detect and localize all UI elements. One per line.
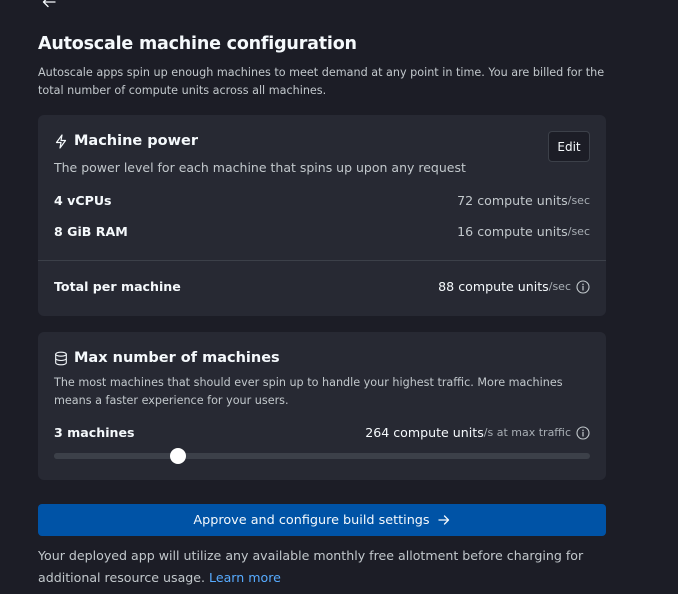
max-machines-card: Max number of machines The most machines… [38,332,606,480]
max-machines-header: Max number of machines [54,350,280,366]
cpu-label: 4 vCPUs [54,193,112,208]
divider [38,260,606,261]
machines-count: 3 machines [54,425,135,440]
info-icon[interactable] [576,279,590,294]
cpu-value: 72 compute units [457,193,568,208]
back-button[interactable] [40,0,60,10]
machines-slider[interactable] [54,448,590,464]
page-subtitle: Autoscale apps spin up enough machines t… [38,66,605,97]
page-title: Autoscale machine configuration [38,34,357,54]
machine-power-header: Machine power [54,133,198,149]
ram-value: 16 compute units [457,224,568,239]
edit-button[interactable]: Edit [548,131,590,162]
ram-row: 8 GiB RAM 16 compute units /sec [54,224,590,239]
total-value: 88 compute units [438,279,549,294]
ram-unit: /sec [567,225,590,238]
machines-value: 264 compute units [365,425,484,440]
arrow-right-icon [437,514,451,526]
learn-more-link[interactable]: Learn more [209,570,281,585]
footer-note: Your deployed app will utilize any avail… [38,545,598,589]
lightning-icon [54,133,69,149]
machine-power-description: The power level for each machine that sp… [54,160,466,175]
machine-power-card: Machine power Edit The power level for e… [38,115,606,316]
cpu-unit: /sec [567,194,590,207]
approve-label: Approve and configure build settings [193,512,430,528]
footer-text: Your deployed app will utilize any avail… [38,548,584,585]
total-row: Total per machine 88 compute units /sec [54,279,590,294]
max-machines-title: Max number of machines [74,350,280,366]
total-unit: /sec [548,280,571,293]
info-icon[interactable] [576,425,590,440]
machines-row: 3 machines 264 compute units /s at max t… [54,425,590,440]
slider-thumb[interactable] [169,448,186,464]
machine-power-title: Machine power [74,133,199,149]
approve-button[interactable]: Approve and configure build settings [38,504,606,536]
machines-unit: /s at max traffic [483,426,571,439]
max-machines-description: The most machines that should ever spin … [54,376,563,407]
arrow-left-icon [42,0,56,8]
ram-label: 8 GiB RAM [54,224,128,239]
cpu-row: 4 vCPUs 72 compute units /sec [54,193,590,208]
database-icon [54,351,69,366]
slider-fill [54,453,178,459]
total-label: Total per machine [54,279,181,294]
